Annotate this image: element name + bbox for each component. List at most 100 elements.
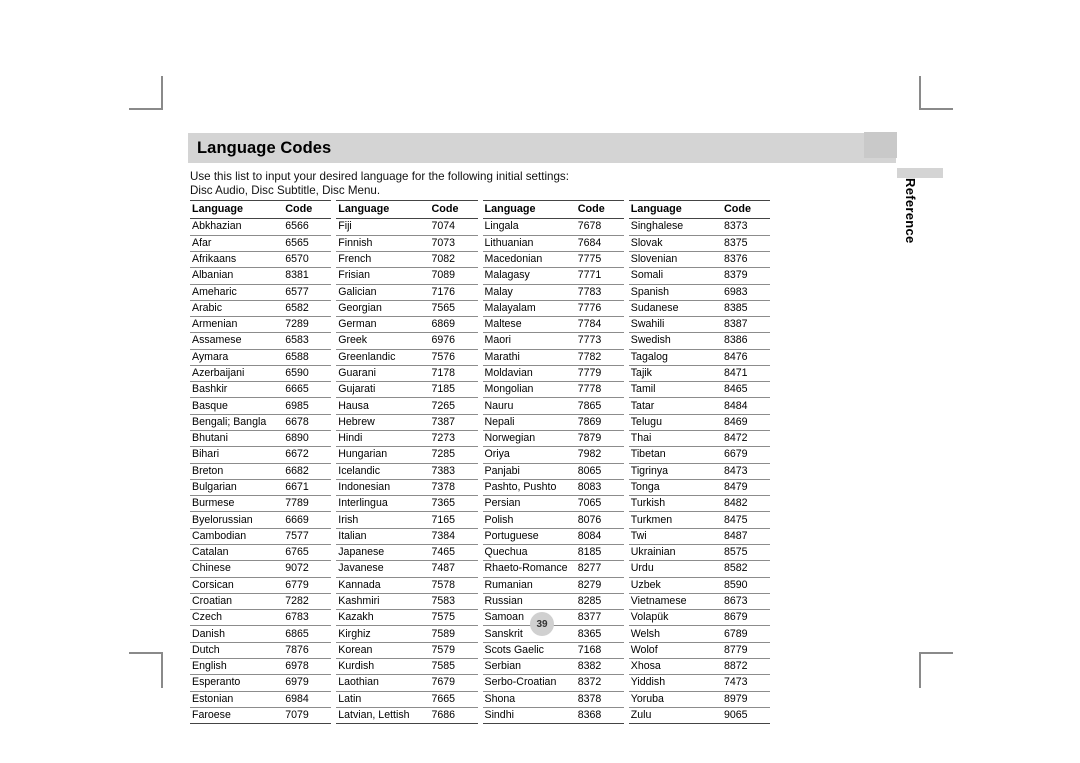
language-code-cell: 8482	[724, 497, 748, 510]
language-code-cell: 8076	[577, 513, 602, 526]
language-code-cell: 7589	[431, 627, 456, 640]
table-row: Latvian, Lettish 7686	[336, 707, 478, 724]
language-code-cell: 7387	[431, 415, 456, 428]
table-row: Basque 6985	[190, 398, 332, 415]
table-row: Yiddish 7473	[628, 675, 770, 692]
language-code-cell: 6588	[285, 350, 309, 363]
table-row: Albanian 8381	[190, 268, 332, 285]
intro-line-2: Disc Audio, Disc Subtitle, Disc Menu.	[190, 184, 381, 198]
language-name-cell: Malagasy	[484, 269, 530, 282]
table-row: Icelandic 7383	[336, 463, 478, 480]
language-name-cell: Maltese	[484, 318, 522, 331]
language-name-cell: Quechua	[484, 546, 528, 559]
table-row: Somali 8379	[628, 268, 770, 285]
language-code-cell: 7665	[431, 692, 456, 705]
language-name-cell: Macedonian	[484, 253, 543, 266]
table-row: Abkhazian 6566	[190, 219, 332, 236]
table-row: Turkmen 8475	[628, 512, 770, 529]
language-name-cell: Slovak	[630, 236, 663, 249]
language-code-cell: 8373	[724, 220, 748, 233]
language-code-cell: 8382	[577, 660, 602, 673]
table-row: Tigrinya 8473	[628, 463, 770, 480]
language-name-cell: Tatar	[630, 399, 655, 412]
language-name-cell: Marathi	[484, 350, 520, 363]
language-name-cell: Portuguese	[484, 529, 539, 542]
language-name-cell: Catalan	[192, 546, 229, 559]
table-row: Aymara 6588	[190, 349, 332, 366]
language-name-cell: Swedish	[630, 334, 671, 347]
language-code-cell: 7869	[577, 415, 602, 428]
language-name-cell: Bulgarian	[192, 480, 237, 493]
table-row: Interlingua 7365	[336, 496, 478, 512]
language-code-cell: 7576	[431, 350, 456, 363]
language-code-cell: 9072	[285, 562, 309, 575]
language-code-cell: 6789	[724, 627, 748, 640]
table-row: Serbian 8382	[482, 658, 624, 675]
language-code-cell: 6679	[724, 448, 748, 461]
table-row: Azerbaijani 6590	[190, 365, 332, 382]
language-code-cell: 8372	[577, 676, 602, 689]
table-row: Vietnamese 8673	[628, 593, 770, 610]
language-code-cell: 7577	[285, 529, 309, 542]
side-tab-corner-block	[864, 132, 897, 158]
language-name-cell: Albanian	[192, 269, 234, 282]
table-row: Faroese 7079	[190, 707, 332, 724]
language-name-cell: Azerbaijani	[192, 367, 245, 380]
language-code-cell: 6565	[285, 236, 309, 249]
crop-mark-top-right-horizontal	[919, 108, 953, 110]
language-code-cell: 6984	[285, 692, 309, 705]
language-name-cell: Icelandic	[338, 464, 381, 477]
language-name-cell: Malayalam	[484, 301, 536, 314]
language-code-cell: 7082	[431, 253, 456, 266]
language-name-cell: German	[338, 318, 377, 331]
language-code-cell: 8471	[724, 367, 748, 380]
language-code-cell: 9065	[724, 708, 748, 721]
table-row: Armenian 7289	[190, 317, 332, 333]
table-row: Byelorussian 6669	[190, 512, 332, 529]
language-name-cell: Italian	[338, 529, 367, 542]
table-row: Gujarati 7185	[336, 382, 478, 398]
language-code-cell: 8285	[577, 594, 602, 607]
language-code-cell: 6985	[285, 399, 309, 412]
table-column-group: Language Code Abkhazian 6566 Afar 6565 Afrik…	[190, 200, 770, 724]
table-row: Sindhi 8368	[482, 707, 624, 724]
table-row: Esperanto 6979	[190, 675, 332, 692]
language-name-cell: Shona	[484, 692, 516, 705]
table-row: Italian 7384	[336, 528, 478, 545]
language-name-cell: Moldavian	[484, 367, 533, 380]
language-code-cell: 7487	[431, 562, 456, 575]
language-table-1: Language Code Abkhazian 6566 Afar 6565 Afrik…	[190, 200, 332, 724]
table-row: Japanese 7465	[336, 545, 478, 561]
table-row: Moldavian 7779	[482, 365, 624, 382]
crop-mark-top-left-horizontal	[129, 108, 163, 110]
table-row: Arabic 6582	[190, 300, 332, 317]
table-row: Sudanese 8385	[628, 300, 770, 317]
language-code-cell: 7565	[431, 301, 456, 314]
table-row: Tibetan 6679	[628, 447, 770, 464]
language-name-cell: Indonesian	[338, 480, 391, 493]
language-code-cell: 7473	[724, 676, 748, 689]
table-row: Georgian 7565	[336, 300, 478, 317]
intro-line-1: Use this list to input your desired lang…	[190, 170, 569, 183]
language-name-cell: Singhalese	[630, 220, 684, 233]
table-row: Dutch 7876	[190, 642, 332, 659]
language-name-cell: Corsican	[192, 578, 234, 591]
language-code-cell: 7079	[285, 708, 309, 721]
page-number-badge: 39	[530, 612, 554, 636]
table-row: Urdu 8582	[628, 561, 770, 578]
language-name-cell: Galician	[338, 285, 377, 298]
language-code-cell: 6865	[285, 627, 309, 640]
table-row: Burmese 7789	[190, 496, 332, 512]
language-code-cell: 8476	[724, 350, 748, 363]
table-row: Volapük 8679	[628, 610, 770, 626]
language-name-cell: Georgian	[338, 301, 382, 314]
language-code-cell: 8872	[724, 660, 748, 673]
language-name-cell: Ukrainian	[630, 546, 676, 559]
language-table-4: Language Code Singhalese 8373 Slovak 8375 Sl…	[628, 200, 770, 724]
language-code-cell: 8376	[724, 253, 748, 266]
table-row: Cambodian 7577	[190, 528, 332, 545]
language-name-cell: Latvian, Lettish	[338, 708, 410, 721]
table-body-4: Singhalese 8373 Slovak 8375 Slovenian 8376 Som…	[628, 219, 770, 724]
language-name-cell: Bhutani	[192, 432, 228, 445]
table-row: Pashto, Pushto 8083	[482, 479, 624, 496]
